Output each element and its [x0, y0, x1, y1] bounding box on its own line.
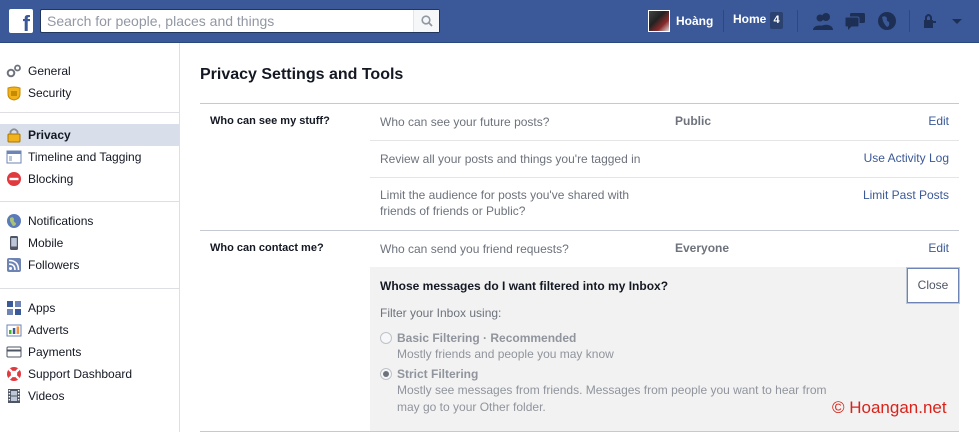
edit-friend-requests-link[interactable]: Edit — [928, 241, 949, 255]
divider — [723, 10, 724, 32]
limit-past-posts-link[interactable]: Limit Past Posts — [863, 188, 949, 202]
row-divider — [370, 140, 959, 141]
gears-icon — [6, 63, 22, 79]
setting-question: Who can see your future posts? — [380, 115, 550, 129]
option-title-text: Basic Filtering — [397, 331, 480, 345]
sidebar-item-videos[interactable]: Videos — [0, 385, 179, 407]
sidebar-item-label: Security — [28, 86, 72, 100]
sidebar-divider — [0, 112, 179, 113]
page-title: Privacy Settings and Tools — [200, 66, 404, 83]
search-input[interactable] — [41, 10, 413, 32]
sidebar-item-mobile[interactable]: Mobile — [0, 232, 179, 254]
basic-filtering-radio[interactable] — [380, 332, 392, 344]
sidebar-item-label: Notifications — [28, 214, 94, 228]
sidebar-item-privacy[interactable]: Privacy — [0, 124, 179, 146]
facebook-logo-icon[interactable]: f — [9, 9, 33, 35]
messages-icon[interactable] — [844, 11, 866, 31]
sidebar-item-apps[interactable]: Apps — [0, 297, 179, 319]
apps-icon — [6, 300, 22, 316]
editor-subtitle: Filter your Inbox using: — [380, 306, 502, 320]
strict-filtering-radio[interactable] — [380, 368, 392, 380]
sidebar-item-label: Adverts — [28, 323, 69, 337]
setting-value: Public — [675, 114, 712, 128]
timeline-icon — [6, 149, 22, 165]
option-title: Basic Filtering · Recommended — [397, 331, 576, 345]
rss-icon — [6, 257, 22, 273]
option-description: Mostly friends and people you may know — [397, 347, 614, 361]
lifebuoy-icon — [6, 366, 22, 382]
sidebar-item-label: Apps — [28, 301, 56, 315]
search-button[interactable] — [413, 10, 439, 32]
section-label-who-can-contact: Who can contact me? — [210, 242, 324, 254]
sidebar-group-account: General Security — [0, 60, 179, 104]
privacy-shortcuts-lock-icon[interactable] — [921, 11, 943, 31]
divider — [797, 10, 798, 32]
lock-icon — [6, 127, 22, 143]
mobile-icon — [6, 235, 22, 251]
sidebar-group-apps: Apps Adverts Payments Support Dashboard … — [0, 297, 179, 407]
sidebar-item-label: Mobile — [28, 236, 64, 250]
sidebar-item-general[interactable]: General — [0, 60, 179, 82]
home-link[interactable]: Home — [733, 12, 766, 26]
search-icon — [421, 15, 433, 27]
setting-question: Review all your posts and things you're … — [380, 152, 641, 166]
sidebar-item-label: Timeline and Tagging — [28, 150, 142, 164]
film-icon — [6, 388, 22, 404]
sidebar-divider — [0, 288, 179, 289]
profile-link[interactable]: Hoàng — [648, 8, 713, 34]
adverts-icon — [6, 322, 22, 338]
sidebar-item-label: Support Dashboard — [28, 367, 133, 381]
sidebar-item-label: Payments — [28, 345, 82, 359]
section-divider — [200, 230, 959, 231]
search-box — [40, 9, 440, 33]
edit-future-posts-link[interactable]: Edit — [928, 114, 949, 128]
section-label-who-can-see: Who can see my stuff? — [210, 115, 330, 127]
close-button[interactable]: Close — [907, 268, 959, 303]
sidebar-item-label: Privacy — [28, 128, 71, 142]
sidebar-group-privacy: Privacy Timeline and Tagging Blocking — [0, 124, 179, 190]
sidebar-item-support-dashboard[interactable]: Support Dashboard — [0, 363, 179, 385]
card-icon — [6, 344, 22, 360]
setting-question: Limit the audience for posts you've shar… — [380, 188, 630, 218]
sidebar-item-notifications[interactable]: Notifications — [0, 210, 179, 232]
use-activity-log-link[interactable]: Use Activity Log — [864, 151, 949, 165]
row-divider — [370, 177, 959, 178]
watermark: © Hoangan.net — [832, 398, 947, 417]
settings-sidebar: General Security Privacy Timeline and Ta… — [0, 43, 180, 432]
option-description: Mostly see messages from friends. Messag… — [397, 383, 827, 414]
sidebar-item-blocking[interactable]: Blocking — [0, 168, 179, 190]
option-title: Strict Filtering — [397, 367, 479, 381]
sidebar-divider — [0, 201, 179, 202]
account-menu-chevron-down-icon[interactable] — [950, 11, 964, 31]
sidebar-item-followers[interactable]: Followers — [0, 254, 179, 276]
sidebar-item-adverts[interactable]: Adverts — [0, 319, 179, 341]
sidebar-group-notifications: Notifications Mobile Followers — [0, 210, 179, 276]
user-name: Hoàng — [676, 14, 714, 28]
section-divider — [200, 103, 959, 104]
divider — [909, 10, 910, 32]
avatar — [648, 10, 670, 32]
blocking-icon — [6, 171, 22, 187]
sidebar-item-label: Blocking — [28, 172, 74, 186]
sidebar-item-label: General — [28, 64, 71, 78]
sidebar-item-label: Videos — [28, 389, 65, 403]
editor-title: Whose messages do I want filtered into m… — [380, 279, 669, 293]
sidebar-item-security[interactable]: Security — [0, 82, 179, 104]
setting-question: Who can send you friend requests? — [380, 242, 569, 256]
setting-value: Everyone — [675, 241, 730, 255]
recommended-tag: · Recommended — [479, 331, 577, 345]
notifications-globe-icon[interactable] — [876, 11, 898, 31]
sidebar-item-label: Followers — [28, 258, 80, 272]
badge-icon — [6, 85, 22, 101]
home-count-badge: 4 — [770, 12, 783, 29]
globe-icon — [6, 213, 22, 229]
friend-requests-icon[interactable] — [812, 11, 834, 31]
top-bar: f Hoàng Home 4 — [0, 0, 979, 43]
sidebar-item-timeline-and-tagging[interactable]: Timeline and Tagging — [0, 146, 179, 168]
sidebar-item-payments[interactable]: Payments — [0, 341, 179, 363]
